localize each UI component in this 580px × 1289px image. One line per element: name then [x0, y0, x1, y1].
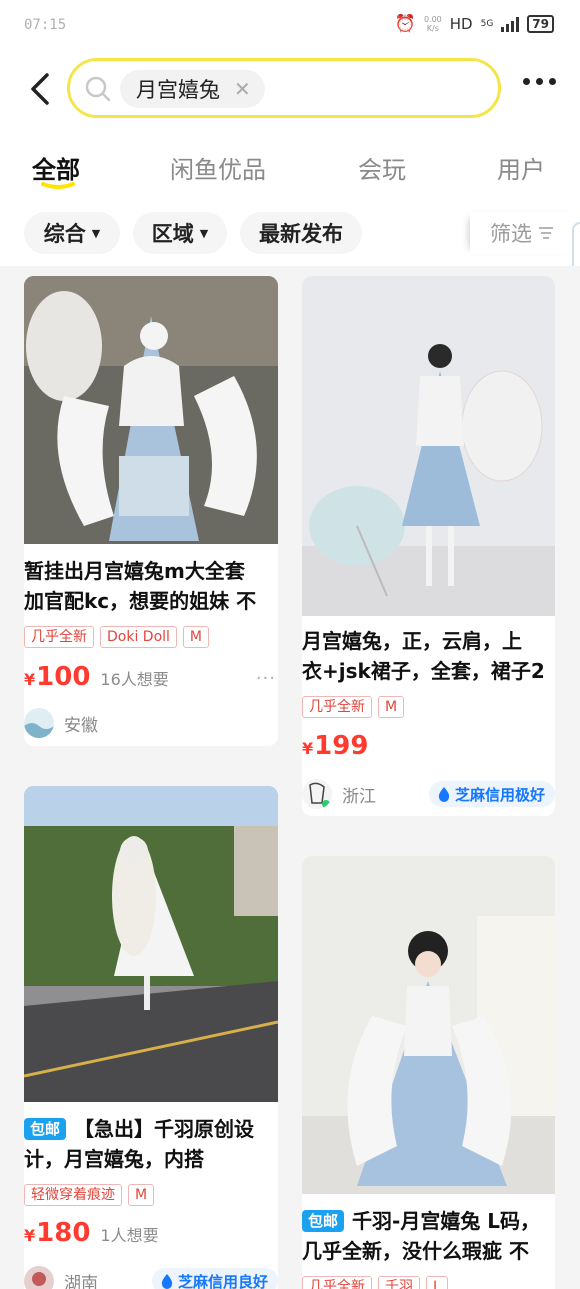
product-title[interactable]: 月宫嬉兔，正，云肩，上 衣+jsk裙子，全套，裙子2 — [302, 626, 555, 686]
avatar — [24, 708, 54, 738]
condition-tag: 轻微穿着痕迹 — [24, 1184, 122, 1206]
brand-tag: 千羽 — [378, 1276, 420, 1289]
search-query-chip[interactable]: 月宫嬉兔 ✕ — [120, 70, 265, 108]
signal-icon — [501, 16, 520, 32]
status-icons: ⏰ 0.00 K/s HD 5G 79 — [395, 14, 554, 34]
avatar — [302, 779, 332, 809]
want-count: 1人想要 — [100, 1226, 159, 1245]
seller-info: 浙江 — [302, 779, 376, 809]
net-speed: 0.00 K/s — [423, 15, 442, 33]
search-header: 月宫嬉兔 ✕ — [0, 52, 580, 132]
credit-badge: 芝麻信用良好 — [151, 1268, 278, 1289]
caret-down-icon: ▼ — [91, 226, 101, 240]
battery-icon: 79 — [527, 15, 554, 33]
category-tabs: 全部 闲鱼优品 会玩 用户 — [0, 132, 580, 200]
caret-down-icon: ▼ — [199, 226, 209, 240]
hd-indicator: HD — [449, 15, 473, 33]
tab-users[interactable]: 用户 — [497, 150, 545, 185]
filter-icon — [539, 227, 553, 239]
alarm-icon: ⏰ — [394, 14, 416, 34]
more-options-button[interactable] — [523, 78, 556, 85]
condition-tag: 几乎全新 — [302, 1276, 372, 1289]
chevron-left-icon — [31, 73, 49, 105]
product-tags: 几乎全新 千羽 L — [302, 1276, 448, 1289]
seller-region: 湖南 — [64, 1273, 98, 1289]
region-filter[interactable]: 区域 ▼ — [133, 212, 227, 254]
seller-info: 湖南 — [24, 1266, 98, 1289]
status-bar: 07:15 ⏰ 0.00 K/s HD 5G 79 — [0, 0, 580, 52]
back-button[interactable] — [20, 66, 60, 112]
avatar — [24, 1266, 54, 1289]
want-count: 16人想要 — [100, 670, 169, 689]
product-image — [302, 856, 555, 1194]
product-image — [302, 276, 555, 616]
credit-drop-icon — [438, 787, 450, 802]
credit-drop-icon — [161, 1274, 173, 1289]
product-tags: 几乎全新 M — [302, 696, 405, 718]
product-image — [24, 786, 278, 1102]
product-title[interactable]: 包邮 【急出】千羽原创设 计，月宫嬉兔，内搭 — [24, 1114, 278, 1174]
screen-filter[interactable]: 筛选 — [470, 212, 580, 254]
product-card[interactable]: 月宫嬉兔，正，云肩，上 衣+jsk裙子，全套，裙子2 几乎全新 M ¥199 浙… — [302, 276, 555, 816]
tab-premium[interactable]: 闲鱼优品 — [170, 150, 266, 185]
free-shipping-badge: 包邮 — [302, 1210, 345, 1232]
seller-region: 安徽 — [64, 715, 98, 736]
price-row: ¥199 — [302, 731, 368, 761]
product-title[interactable]: 暂挂出月宫嬉兔m大全套 加官配kc，想要的姐妹 不 — [24, 556, 278, 616]
product-card[interactable]: 包邮 千羽-月宫嬉兔 L码， 几乎全新，没什么瑕疵 不 几乎全新 千羽 L — [302, 856, 555, 1289]
size-tag: M — [378, 696, 405, 718]
product-image — [24, 276, 278, 544]
product-card[interactable]: 暂挂出月宫嬉兔m大全套 加官配kc，想要的姐妹 不 几乎全新 Doki Doll… — [24, 276, 278, 746]
product-price: ¥100 — [24, 662, 91, 692]
size-tag: L — [426, 1276, 448, 1289]
brand-tag: Doki Doll — [100, 626, 177, 648]
more-dots-icon[interactable]: ··· — [256, 668, 276, 689]
results-feed: 暂挂出月宫嬉兔m大全套 加官配kc，想要的姐妹 不 几乎全新 Doki Doll… — [0, 266, 580, 1289]
tab-active-indicator — [41, 182, 75, 189]
seller-info: 安徽 — [24, 708, 98, 738]
credit-badge: 芝麻信用极好 — [428, 781, 555, 807]
size-tag: M — [182, 626, 210, 648]
price-row: ¥180 1人想要 — [24, 1218, 159, 1248]
condition-tag: 几乎全新 — [302, 696, 372, 718]
price-row: ¥100 16人想要 — [24, 662, 169, 692]
seller-region: 浙江 — [342, 786, 376, 807]
product-tags: 几乎全新 Doki Doll M — [24, 626, 210, 648]
tab-all[interactable]: 全部 — [32, 150, 80, 185]
condition-tag: 几乎全新 — [24, 626, 94, 648]
search-input[interactable]: 月宫嬉兔 ✕ — [67, 58, 501, 118]
network-type: 5G — [480, 19, 494, 29]
product-tags: 轻微穿着痕迹 M — [24, 1184, 155, 1206]
tab-play[interactable]: 会玩 — [358, 150, 406, 185]
search-query: 月宫嬉兔 — [136, 78, 220, 102]
clear-query-icon[interactable]: ✕ — [234, 77, 251, 101]
free-shipping-badge: 包邮 — [24, 1118, 67, 1140]
status-time: 07:15 — [24, 17, 67, 33]
product-card[interactable]: 包邮 【急出】千羽原创设 计，月宫嬉兔，内搭 轻微穿着痕迹 M ¥180 1人想要… — [24, 786, 278, 1289]
filter-bar: 综合 ▼ 区域 ▼ 最新发布 筛选 — [0, 200, 580, 266]
product-price: ¥180 — [24, 1218, 91, 1248]
latest-filter[interactable]: 最新发布 — [240, 212, 362, 254]
product-title[interactable]: 包邮 千羽-月宫嬉兔 L码， 几乎全新，没什么瑕疵 不 — [302, 1206, 555, 1266]
search-icon — [85, 76, 111, 102]
size-tag: M — [128, 1184, 155, 1206]
sort-filter[interactable]: 综合 ▼ — [24, 212, 120, 254]
product-price: ¥199 — [302, 731, 369, 761]
